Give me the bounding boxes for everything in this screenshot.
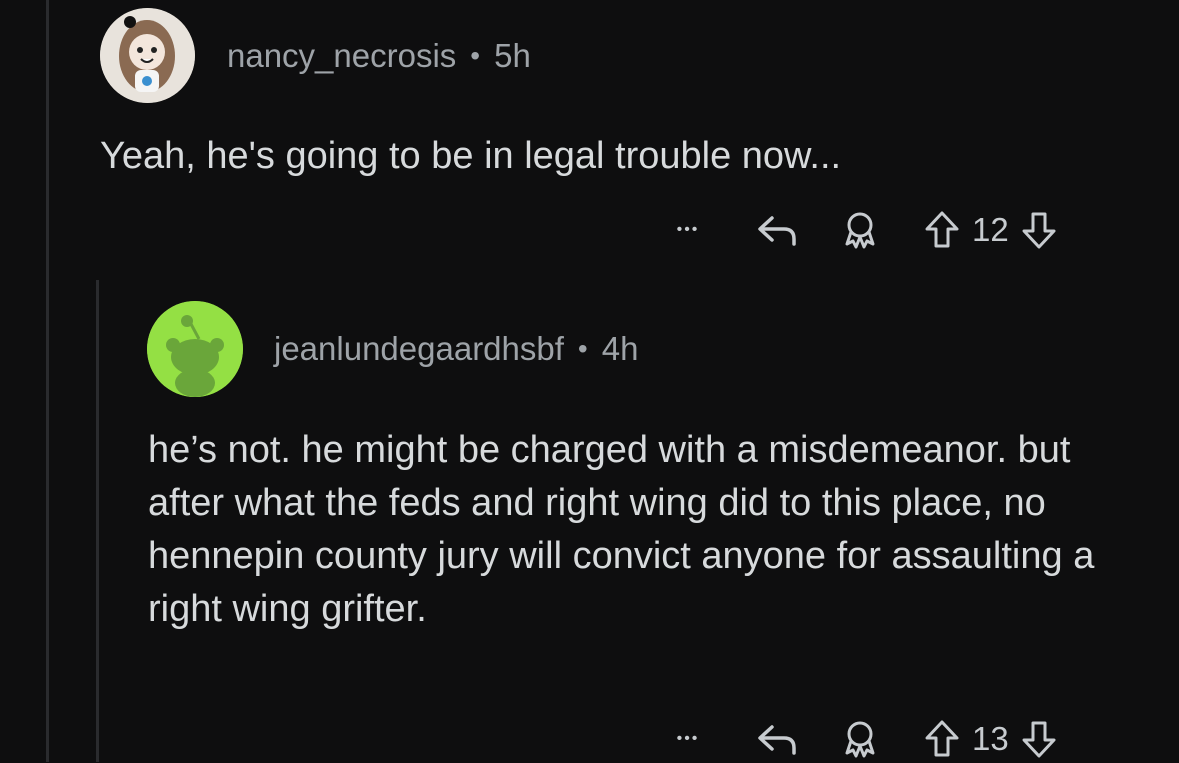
more-icon[interactable]: ••• [664, 206, 712, 254]
separator-dot: • [470, 39, 481, 71]
snoo-avatar-icon [147, 300, 243, 397]
downvote-icon[interactable] [1017, 715, 1061, 763]
user-avatar[interactable] [147, 300, 243, 397]
upvote-icon[interactable] [920, 715, 964, 763]
comment-actions: ••• 13 [664, 715, 1061, 763]
vote-score: 13 [972, 720, 1009, 757]
comment-body: Yeah, he's going to be in legal trouble … [100, 135, 842, 177]
more-glyph: ••• [676, 221, 700, 238]
comment-actions: ••• 12 [664, 206, 1061, 254]
thread-line-inner[interactable] [96, 280, 99, 762]
vote-score: 12 [972, 211, 1009, 248]
more-glyph: ••• [676, 730, 700, 747]
comment-header: nancy_necrosis • 5h [100, 8, 531, 103]
more-icon[interactable]: ••• [664, 715, 712, 763]
comment-header: jeanlundegaardhsbf • 4h [147, 300, 638, 397]
avatar-illustration-icon [100, 8, 195, 103]
reply-icon[interactable] [748, 206, 808, 254]
timestamp: 4h [601, 329, 639, 367]
separator-dot: • [577, 332, 588, 364]
user-avatar[interactable] [100, 8, 195, 103]
username[interactable]: jeanlundegaardhsbf [274, 330, 564, 368]
award-icon[interactable] [836, 715, 884, 763]
username[interactable]: nancy_necrosis [227, 37, 456, 75]
thread-line-outer[interactable] [46, 0, 49, 762]
award-icon[interactable] [836, 206, 884, 254]
comment-body: he’s not. he might be charged with a mis… [148, 429, 1095, 630]
upvote-icon[interactable] [920, 206, 964, 254]
downvote-icon[interactable] [1017, 206, 1061, 254]
reply-icon[interactable] [748, 715, 808, 763]
timestamp: 5h [494, 36, 531, 74]
